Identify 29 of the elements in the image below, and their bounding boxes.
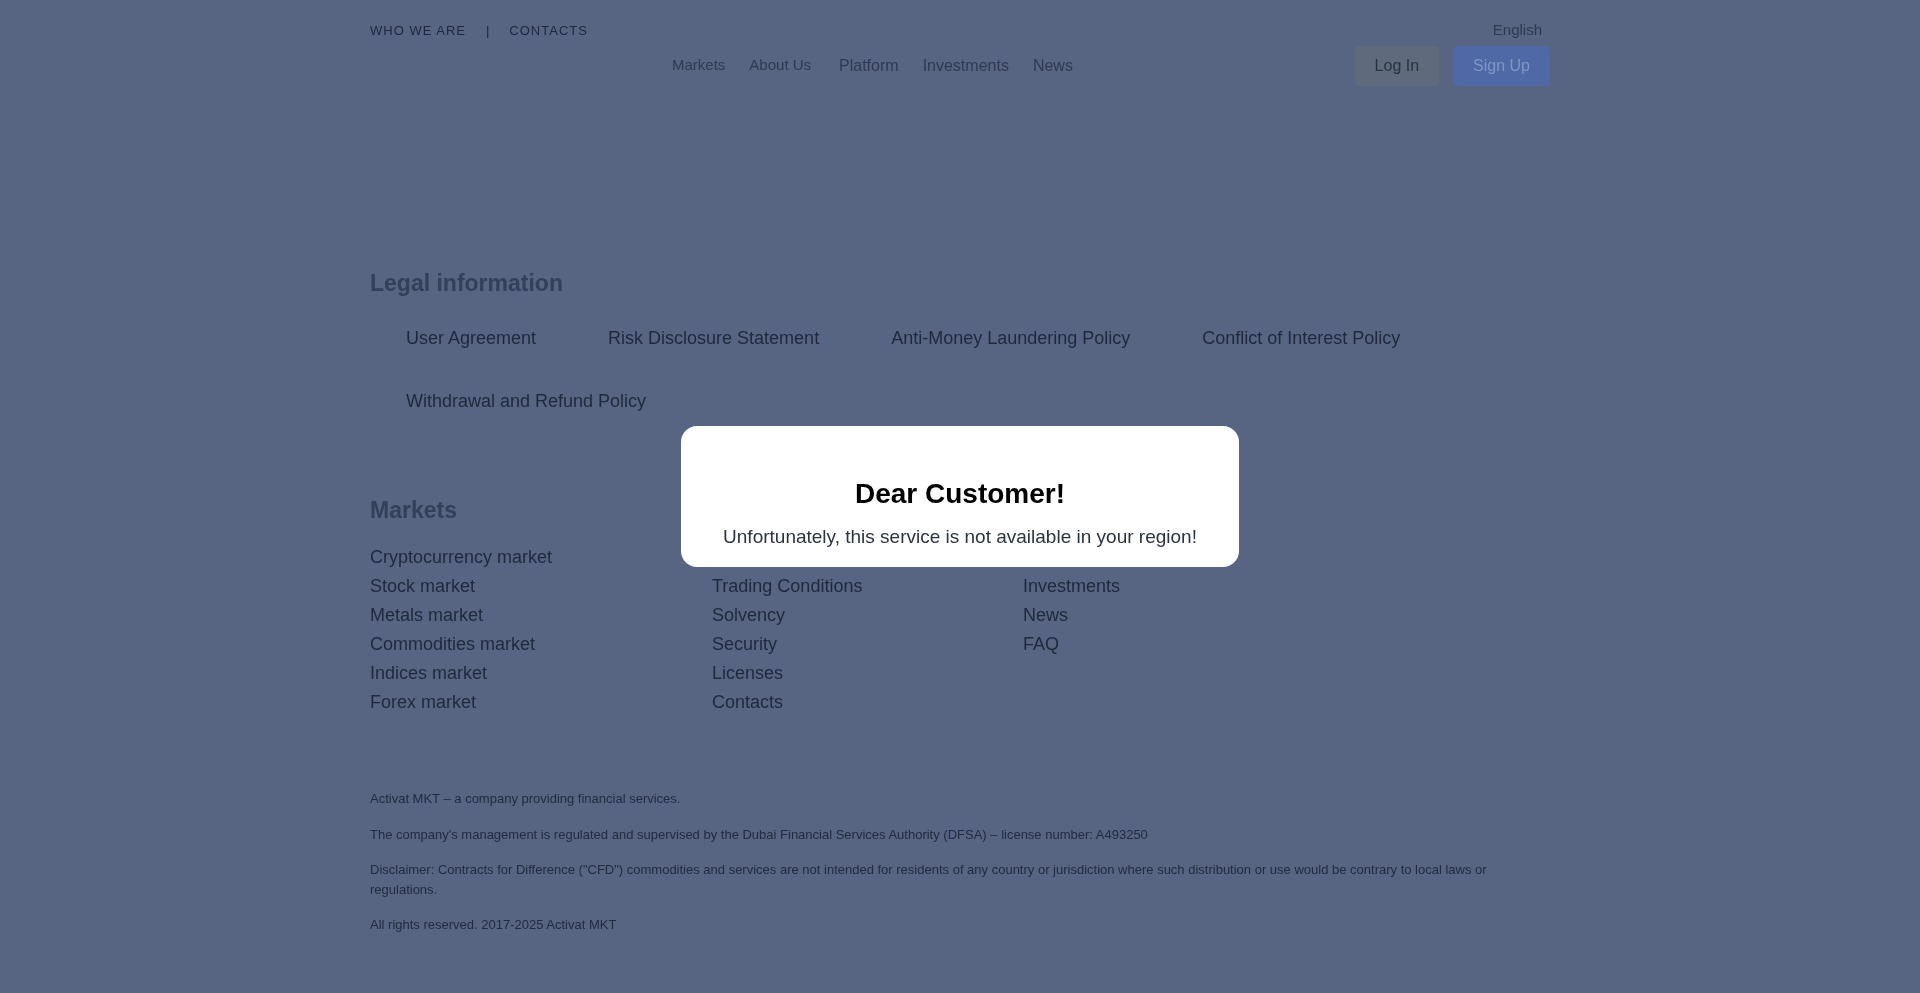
footer-link[interactable]: Contacts [712, 688, 784, 718]
legal-link[interactable]: User Agreement [406, 325, 537, 353]
top-link[interactable]: WHO WE ARE [370, 20, 466, 40]
footer-link[interactable]: Commodities market [370, 629, 536, 659]
legal-link[interactable]: Anti-Money Laundering Policy [891, 325, 1131, 353]
footer-link[interactable]: News [1023, 601, 1068, 631]
disclaimer-text: All rights reserved. 2017-2025 Activat MKT [370, 916, 618, 935]
disclaimer-text: The company's management is regulated and supervised by the Dubai Financial Services Authority (DFSA) – license number: A493250 [370, 825, 1149, 844]
footer-link[interactable]: Licenses [712, 659, 784, 689]
dialog-message: Unfortunately, this service is not available in your region! [722, 524, 1198, 549]
footer-link[interactable]: Security [712, 630, 778, 660]
footer-link[interactable]: Solvency [712, 601, 786, 631]
footer-link[interactable]: Forex market [370, 687, 477, 717]
footer-link[interactable]: Indices market [370, 658, 488, 688]
footer-link[interactable]: Cryptocurrency market [370, 542, 553, 572]
top-link[interactable]: CONTACTS [509, 20, 588, 40]
footer-link[interactable]: FAQ [1023, 630, 1059, 660]
footer-link[interactable]: Trading Conditions [712, 572, 863, 602]
disclaimer-text: Disclaimer: Contracts for Difference ("CFD") commodities and services are not intended for residents of any country or jurisdiction where such distribution or use would be contrary to local laws or regulations. [370, 861, 1488, 899]
login-button[interactable]: Log In [1354, 45, 1440, 86]
footer-link[interactable]: Metals market [370, 600, 484, 630]
footer-link[interactable]: Stock market [370, 571, 476, 601]
legal-link[interactable]: Risk Disclosure Statement [608, 325, 820, 353]
legal-link[interactable]: Withdrawal and Refund Policy [406, 388, 647, 416]
footer-link[interactable]: Investments [1023, 572, 1121, 602]
dialog-title: Dear Customer! [853, 477, 1067, 511]
disclaimer-text: Activat MKT – a company providing financial services. [370, 790, 682, 809]
separator-text: | [484, 21, 491, 40]
legal-link[interactable]: Conflict of Interest Policy [1202, 325, 1401, 353]
